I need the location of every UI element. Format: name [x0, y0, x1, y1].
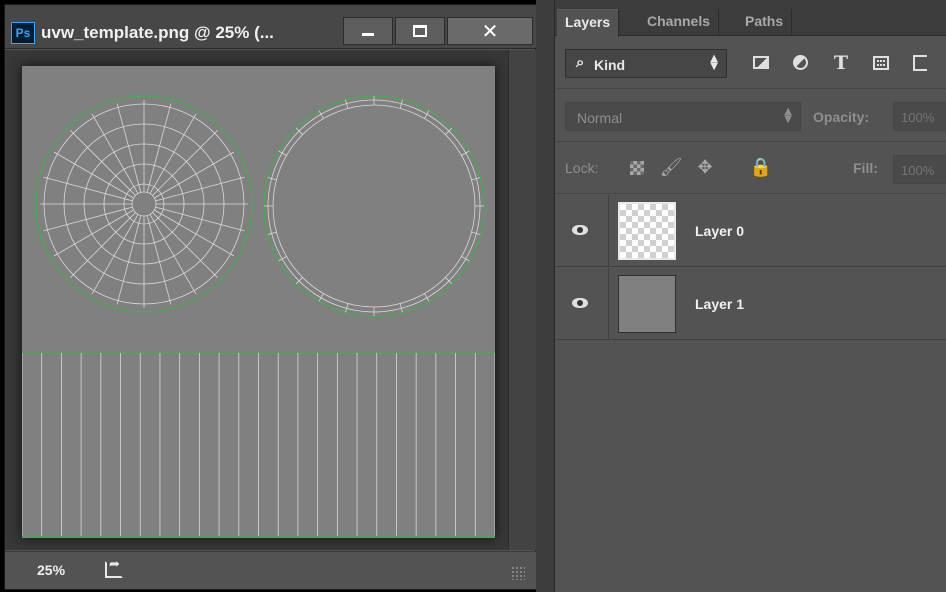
smart-object-filter-icon[interactable]	[909, 51, 933, 75]
minimize-icon	[362, 33, 374, 36]
layer-filter-row: ⌕ Kind ▲ ▼ T	[555, 37, 946, 89]
filter-kind-dropdown[interactable]: ⌕ Kind ▲ ▼	[565, 49, 727, 78]
layer-row[interactable]: Layer 1	[555, 268, 946, 340]
blend-mode-dropdown[interactable]: Normal ▲ ▼	[565, 102, 801, 131]
maximize-button[interactable]	[395, 17, 445, 45]
layers-panel: Layers Channels Paths ⌕ Kind ▲ ▼ T Normal…	[554, 0, 946, 592]
opacity-label: Opacity:	[813, 109, 870, 125]
lock-image-pixels-icon[interactable]: 🖌	[659, 155, 683, 181]
layer-name[interactable]: Layer 1	[695, 296, 744, 312]
lock-row: Lock: 🖌 ✥ 🔒 Fill: 100%	[555, 143, 946, 194]
pixel-layer-filter-icon[interactable]	[749, 51, 773, 75]
document-title-bar[interactable]: Ps uvw_template.png @ 25% (... ✕	[5, 5, 537, 49]
blend-mode-value: Normal	[577, 110, 623, 126]
uv-wireframe	[22, 95, 495, 537]
photoshop-app-icon: Ps	[11, 22, 35, 44]
visibility-eye-icon[interactable]	[555, 195, 609, 267]
status-bar: 25%	[5, 551, 537, 589]
tab-layers[interactable]: Layers	[557, 9, 620, 37]
search-icon: ⌕	[576, 53, 585, 71]
layer-name[interactable]: Layer 0	[695, 223, 744, 239]
panel-divider	[536, 0, 554, 592]
tab-channels[interactable]: Channels	[639, 9, 720, 36]
zoom-level[interactable]: 25%	[37, 562, 65, 578]
panel-tab-bar: Layers Channels Paths	[555, 0, 946, 37]
close-button[interactable]: ✕	[447, 17, 533, 45]
lock-transparent-pixels-icon[interactable]	[625, 155, 649, 181]
chevron-updown-icon: ▲ ▼	[784, 106, 792, 125]
filter-kind-label: Kind	[594, 57, 626, 73]
chevron-updown-icon: ▲ ▼	[710, 53, 718, 72]
uv-template-canvas[interactable]	[22, 66, 495, 538]
vertical-scrollbar[interactable]	[508, 50, 537, 550]
layer-row[interactable]: Layer 0	[555, 195, 946, 267]
share-icon[interactable]	[105, 557, 123, 578]
lock-position-icon[interactable]: ✥	[693, 155, 717, 181]
resize-grip[interactable]	[511, 566, 525, 580]
fill-label: Fill:	[853, 160, 878, 176]
shape-layer-filter-icon[interactable]	[869, 51, 893, 75]
document-window: Ps uvw_template.png @ 25% (... ✕ 25%	[4, 4, 537, 590]
layers-list-empty-area	[555, 341, 946, 592]
layer-thumbnail[interactable]	[618, 202, 676, 260]
minimize-button[interactable]	[343, 17, 393, 45]
opacity-input[interactable]: 100%	[893, 102, 946, 131]
visibility-eye-icon[interactable]	[555, 268, 609, 340]
tab-paths[interactable]: Paths	[737, 9, 793, 36]
layer-thumbnail[interactable]	[618, 275, 676, 333]
fill-input[interactable]: 100%	[893, 155, 946, 184]
canvas-area[interactable]	[5, 50, 537, 550]
lock-all-icon[interactable]: 🔒	[749, 155, 773, 181]
type-layer-filter-icon[interactable]: T	[829, 51, 853, 75]
lock-label: Lock:	[565, 160, 599, 176]
document-title: uvw_template.png @ 25% (...	[41, 23, 274, 42]
maximize-icon	[413, 25, 427, 37]
blend-row: Normal ▲ ▼ Opacity: 100%	[555, 90, 946, 142]
adjustment-layer-filter-icon[interactable]	[789, 51, 813, 75]
